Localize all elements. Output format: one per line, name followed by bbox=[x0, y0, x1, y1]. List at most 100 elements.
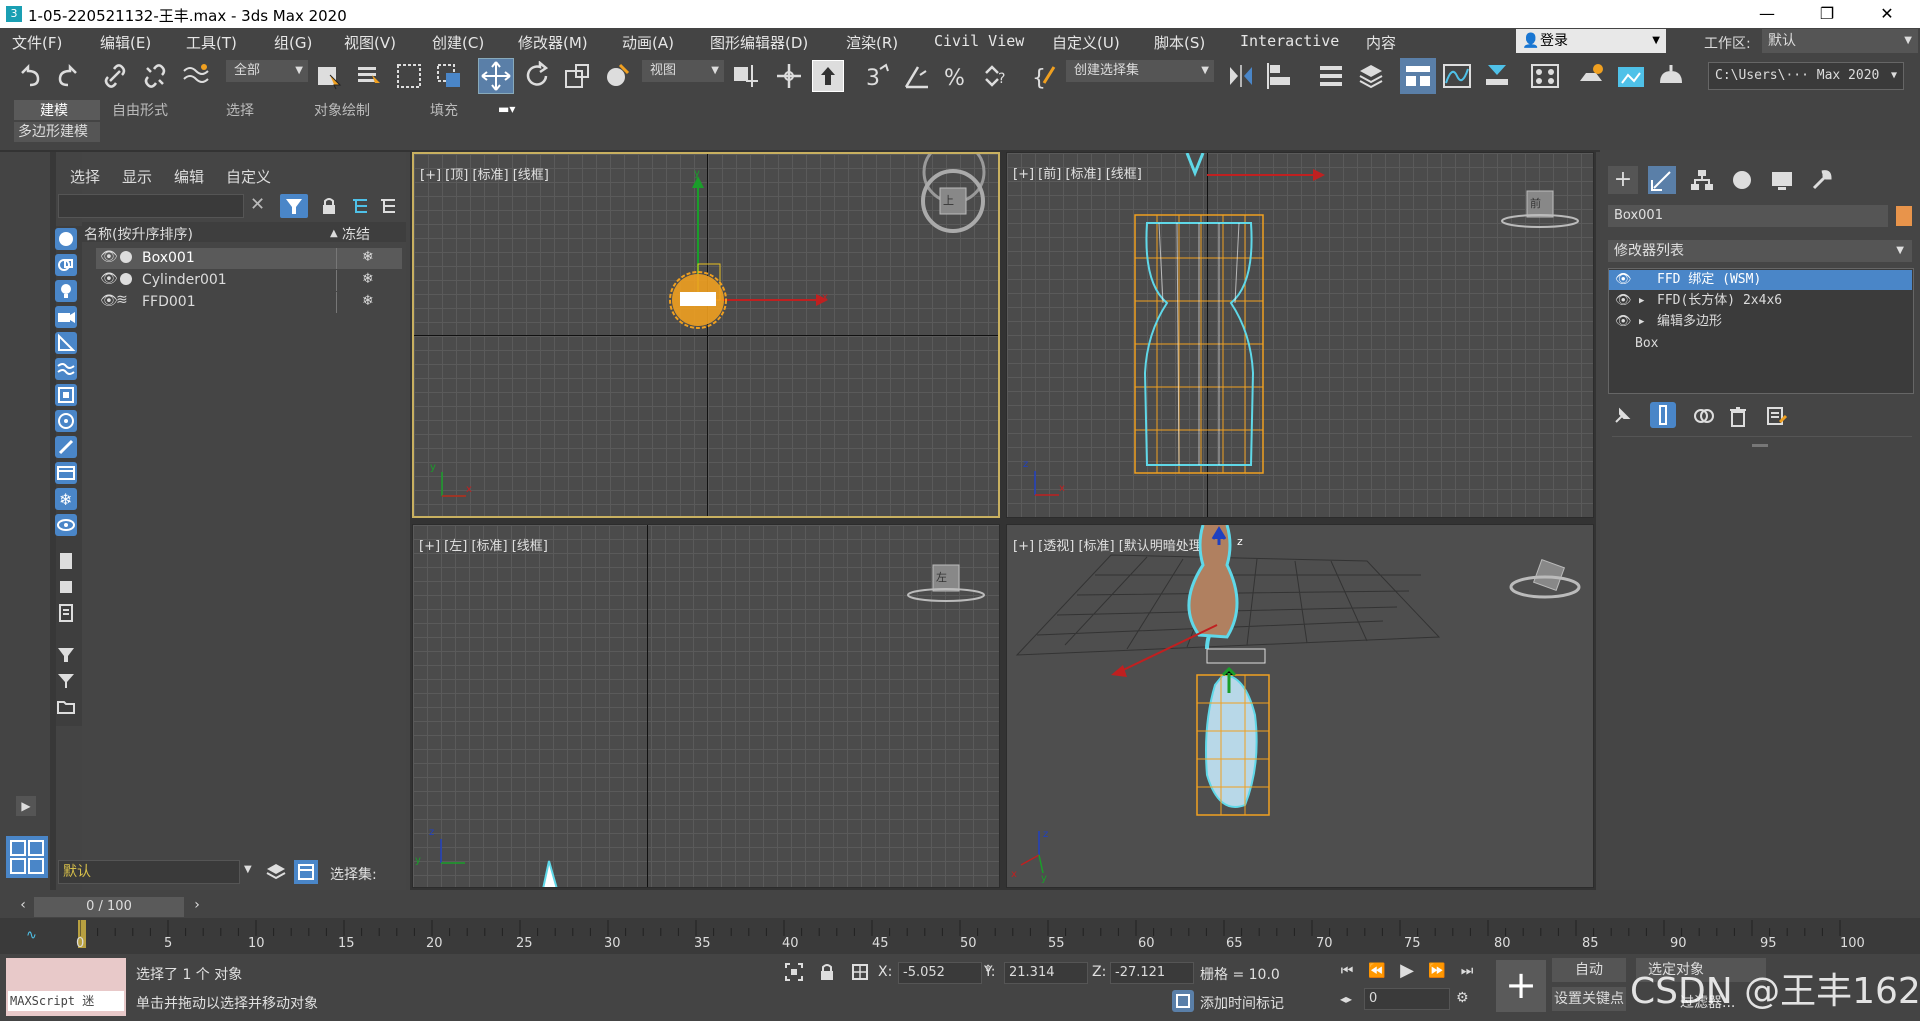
menu-file[interactable]: 文件(F) bbox=[12, 32, 62, 53]
schematic-view-icon[interactable] bbox=[1482, 61, 1512, 91]
y-coordinate-field[interactable]: 21.314 bbox=[1004, 962, 1088, 984]
close-icon[interactable]: ✕ bbox=[1864, 0, 1910, 28]
filter-helpers-icon[interactable] bbox=[55, 332, 77, 354]
time-slider[interactable]: 0 / 100 bbox=[34, 897, 184, 917]
menu-scripting[interactable]: 脚本(S) bbox=[1154, 32, 1205, 53]
freeze-icon[interactable]: ❄ bbox=[362, 271, 374, 287]
freeze-icon[interactable]: ❄ bbox=[362, 293, 374, 309]
menu-tools[interactable]: 工具(T) bbox=[186, 32, 237, 53]
column-freeze-header[interactable]: 冻结 bbox=[342, 224, 370, 244]
menu-views[interactable]: 视图(V) bbox=[344, 32, 396, 53]
3ds-max-app-icon[interactable]: 3 bbox=[6, 6, 22, 22]
expand-triangle-icon[interactable]: ▶ bbox=[1639, 291, 1644, 311]
edit-named-selection-icon[interactable]: { bbox=[1030, 61, 1060, 91]
select-manipulate-icon[interactable] bbox=[774, 61, 804, 91]
selection-set-button[interactable] bbox=[294, 860, 318, 884]
curve-editor-mini-icon[interactable]: ∿ bbox=[26, 928, 37, 943]
select-by-name-icon[interactable] bbox=[354, 61, 384, 91]
explorer-search-input[interactable] bbox=[58, 194, 244, 218]
render-production-icon[interactable] bbox=[1656, 61, 1686, 91]
toggle-ribbon-button[interactable] bbox=[1400, 58, 1436, 94]
redo-icon[interactable] bbox=[54, 61, 84, 91]
rendered-frame-window-icon[interactable] bbox=[1616, 61, 1646, 91]
menu-edit[interactable]: 编辑(E) bbox=[100, 32, 151, 53]
add-time-tag[interactable]: 添加时间标记 bbox=[1200, 993, 1284, 1013]
stack-item-edit-poly[interactable]: 👁 ▶ 编辑多边形 bbox=[1609, 312, 1912, 332]
display-tab-icon[interactable] bbox=[1768, 166, 1796, 194]
layer-hierarchy-icon[interactable] bbox=[378, 196, 398, 216]
filter-lights-icon[interactable] bbox=[55, 280, 77, 302]
explorer-tab-edit[interactable]: 编辑 bbox=[174, 166, 204, 187]
play-icon[interactable]: ▶ bbox=[1396, 960, 1418, 982]
display-invert-icon[interactable] bbox=[55, 602, 77, 624]
eye-icon[interactable]: 👁 bbox=[1615, 270, 1632, 290]
minimize-icon[interactable]: — bbox=[1744, 0, 1790, 28]
filter-toggle-button[interactable] bbox=[280, 194, 308, 218]
spinner-snap-icon[interactable]: ? bbox=[982, 61, 1012, 91]
eye-icon[interactable]: 👁 bbox=[100, 249, 118, 265]
undo-icon[interactable] bbox=[14, 61, 44, 91]
angle-snap-icon[interactable] bbox=[902, 61, 932, 91]
stack-item-ffd-box[interactable]: 👁 ▶ FFD(长方体) 2x4x6 bbox=[1609, 291, 1912, 311]
hierarchy-tab-icon[interactable] bbox=[1688, 166, 1716, 194]
align-icon[interactable] bbox=[1266, 61, 1296, 91]
menu-group[interactable]: 组(G) bbox=[274, 32, 312, 53]
filter-frozen-icon[interactable]: ❄ bbox=[55, 488, 77, 510]
eye-icon[interactable]: 👁 bbox=[1615, 312, 1632, 332]
window-crossing-icon[interactable] bbox=[434, 61, 464, 91]
filter-shapes-icon[interactable] bbox=[55, 254, 77, 276]
place-icon[interactable] bbox=[602, 61, 632, 91]
percent-snap-icon[interactable]: % bbox=[942, 61, 972, 91]
viewport-layout-button[interactable] bbox=[6, 836, 48, 878]
filter-cameras-icon[interactable] bbox=[55, 306, 77, 328]
time-tag-icon[interactable] bbox=[1172, 990, 1194, 1012]
snaps-toggle-icon[interactable]: 3 bbox=[862, 61, 892, 91]
trash-icon[interactable] bbox=[1726, 404, 1750, 428]
expand-triangle-icon[interactable]: ▶ bbox=[1639, 312, 1644, 332]
unlink-icon[interactable] bbox=[140, 61, 170, 91]
auto-key-button[interactable]: 自动 bbox=[1552, 958, 1626, 982]
filter-geometry-icon[interactable] bbox=[55, 228, 77, 250]
hierarchy-icon[interactable] bbox=[350, 196, 370, 216]
modifier-list-dropdown[interactable]: 修改器列表 ▼ bbox=[1608, 240, 1912, 262]
named-selection-dropdown[interactable]: 创建选择集 ▼ bbox=[1066, 60, 1214, 82]
rect-selection-icon[interactable] bbox=[394, 61, 424, 91]
render-setup-icon[interactable] bbox=[1576, 61, 1606, 91]
next-frame-icon[interactable]: › bbox=[188, 897, 206, 917]
clear-search-icon[interactable]: ✕ bbox=[250, 194, 270, 218]
viewport-left[interactable]: [+] [左] [标准] [线框] 左 z y bbox=[412, 524, 1000, 888]
make-unique-icon[interactable] bbox=[1692, 404, 1716, 428]
menu-modifiers[interactable]: 修改器(M) bbox=[518, 32, 588, 53]
select-move-button[interactable] bbox=[478, 58, 514, 94]
resize-grip[interactable] bbox=[1752, 444, 1768, 447]
tab-populate[interactable]: 填充 bbox=[430, 100, 458, 120]
keyboard-shortcut-override-button[interactable] bbox=[812, 60, 844, 92]
menu-graph-editors[interactable]: 图形编辑器(D) bbox=[710, 32, 808, 53]
z-coordinate-field[interactable]: -27.121 bbox=[1110, 962, 1194, 984]
key-mode-icon[interactable]: ◂▸ bbox=[1340, 992, 1352, 1006]
funnel-icon[interactable] bbox=[55, 670, 77, 692]
tab-selection[interactable]: 选择 bbox=[226, 100, 254, 120]
configure-modifier-sets-icon[interactable] bbox=[1764, 404, 1788, 428]
isolate-selection-icon[interactable] bbox=[784, 962, 804, 982]
modify-tab-icon[interactable] bbox=[1648, 166, 1676, 194]
current-frame-field[interactable]: 0 bbox=[1364, 988, 1450, 1010]
menu-animation[interactable]: 动画(A) bbox=[622, 32, 674, 53]
create-tab-icon[interactable]: + bbox=[1608, 166, 1638, 194]
viewcube-front-label[interactable]: 前 bbox=[1530, 195, 1541, 211]
x-coordinate-field[interactable]: -5.052 bbox=[898, 962, 982, 984]
pivot-center-icon[interactable] bbox=[730, 61, 760, 91]
layer-explorer-icon[interactable] bbox=[1316, 61, 1346, 91]
layer-stack-icon[interactable] bbox=[264, 860, 288, 884]
link-icon[interactable] bbox=[100, 61, 130, 91]
display-all-icon[interactable] bbox=[55, 550, 77, 572]
tab-object-paint[interactable]: 对象绘制 bbox=[314, 100, 370, 120]
ref-coord-dropdown[interactable]: 视图 ▼ bbox=[642, 60, 724, 82]
menu-customize[interactable]: 自定义(U) bbox=[1052, 32, 1120, 53]
object-color-swatch[interactable] bbox=[1896, 206, 1912, 226]
explorer-row-ffd001[interactable]: 👁 ≋ FFD001 ❄ bbox=[96, 292, 402, 313]
utilities-tab-icon[interactable] bbox=[1808, 166, 1836, 194]
menu-civil-view[interactable]: Civil View bbox=[934, 32, 1024, 50]
stack-item-box[interactable]: Box bbox=[1609, 334, 1912, 354]
stack-item-ffd-binding[interactable]: 👁 FFD 绑定 (WSM) bbox=[1609, 270, 1912, 290]
